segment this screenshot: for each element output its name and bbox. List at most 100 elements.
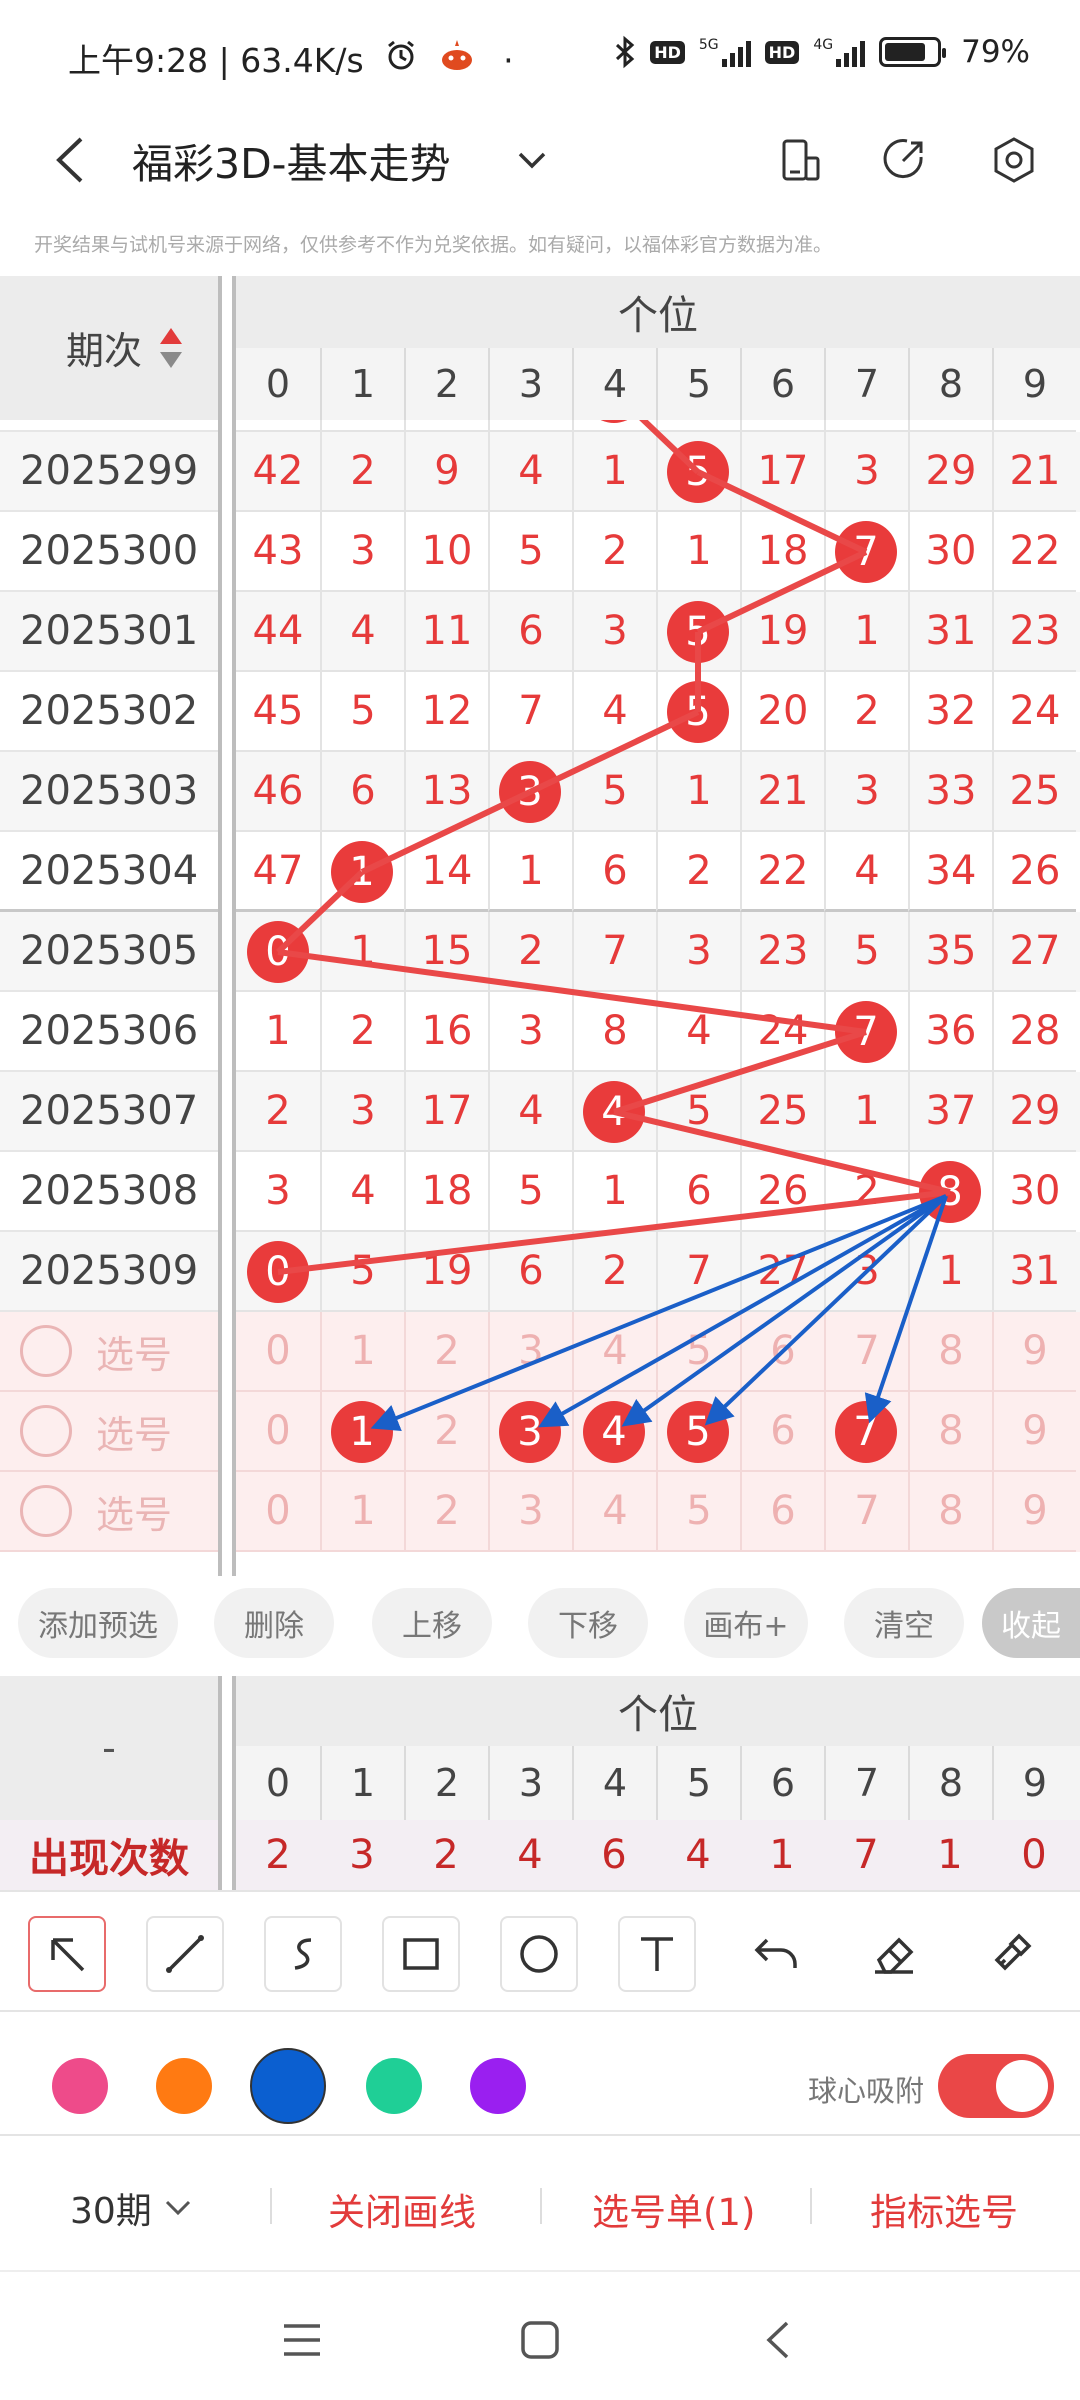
digit-cell: 3 — [572, 592, 656, 672]
add-preselect-button[interactable]: 添加预选 — [18, 1588, 178, 1658]
battery-icon — [879, 37, 947, 67]
pick-row[interactable]: 选号 0123456789 — [0, 1472, 1080, 1552]
digit-cell: 1 — [320, 912, 404, 992]
pick-cell[interactable]: 0 — [236, 1392, 320, 1472]
pick-cell[interactable]: 7 — [824, 1312, 908, 1392]
pick-radio[interactable] — [20, 1325, 72, 1377]
drawing-toolbar — [0, 1890, 1080, 2012]
pick-cell[interactable]: 0 — [236, 1472, 320, 1552]
divider — [270, 2188, 272, 2224]
move-down-button[interactable]: 下移 — [528, 1588, 648, 1658]
pick-radio[interactable] — [20, 1405, 72, 1457]
pick-radio[interactable] — [20, 1485, 72, 1537]
digit-cell: 7 — [656, 1232, 740, 1312]
home-nav-button[interactable] — [510, 2310, 570, 2370]
picked-number-ball[interactable]: 1 — [331, 1401, 393, 1463]
undo-button[interactable] — [738, 1916, 816, 1992]
digit-cell: 2 — [572, 1232, 656, 1312]
picked-number-ball[interactable]: 3 — [499, 1401, 561, 1463]
color-swatch-green[interactable] — [366, 2058, 422, 2114]
bottom-action-bar: 30期 关闭画线 选号单(1) 指标选号 — [0, 2136, 1080, 2272]
clear-button[interactable]: 清空 — [844, 1588, 964, 1658]
period-header[interactable]: 期次 — [0, 276, 218, 420]
pick-cell[interactable]: 5 — [656, 1312, 740, 1392]
period-number: 2025308 — [0, 1152, 218, 1232]
digit-cell: 4 — [488, 432, 572, 512]
pick-cell[interactable]: 6 — [740, 1392, 824, 1472]
pick-cell[interactable]: 1 — [320, 1472, 404, 1552]
color-swatch-orange[interactable] — [156, 2058, 212, 2114]
picked-number-ball[interactable]: 7 — [835, 1401, 897, 1463]
snap-toggle[interactable] — [938, 2054, 1054, 2118]
pick-cell[interactable]: 0 — [236, 1312, 320, 1392]
digit-cells: 455127452023224 — [236, 672, 1080, 752]
back-nav-button[interactable] — [748, 2310, 808, 2370]
pick-cell[interactable]: 8 — [908, 1472, 992, 1552]
winning-number-ball: 7 — [835, 1001, 897, 1063]
color-swatch-pink[interactable] — [52, 2058, 108, 2114]
pick-cell[interactable]: 5 — [656, 1472, 740, 1552]
pick-cell[interactable]: 4 — [572, 1312, 656, 1392]
pick-cell[interactable]: 2 — [404, 1392, 488, 1472]
menu-nav-button[interactable] — [272, 2310, 332, 2370]
eraser-button[interactable] — [856, 1916, 934, 1992]
pick-cell[interactable]: 6 — [740, 1312, 824, 1392]
canvas-add-button[interactable]: 画布+ — [684, 1588, 808, 1658]
color-swatch-purple[interactable] — [470, 2058, 526, 2114]
stats-digit-5: 5 — [656, 1746, 740, 1820]
share-button[interactable] — [874, 130, 934, 190]
digit-cell: 5 — [656, 1072, 740, 1152]
pick-row-label: 选号 — [0, 1392, 218, 1472]
rectangle-tool-button[interactable] — [382, 1916, 460, 1992]
select-tool-button[interactable] — [28, 1916, 106, 1992]
curve-tool-button[interactable] — [264, 1916, 342, 1992]
clear-drawing-button[interactable] — [974, 1916, 1052, 1992]
pick-cell[interactable]: 6 — [740, 1472, 824, 1552]
text-tool-button[interactable] — [618, 1916, 696, 1992]
digit-cell: 1 — [572, 432, 656, 512]
picked-number-ball[interactable]: 4 — [583, 1401, 645, 1463]
pick-cell[interactable]: 2 — [404, 1312, 488, 1392]
pick-cell[interactable]: 9 — [992, 1312, 1076, 1392]
draw-row: 202530501152732353527 — [0, 912, 1080, 992]
digit-cell: 23 — [992, 592, 1076, 672]
pick-cell[interactable]: 7 — [824, 1472, 908, 1552]
close-lines-button[interactable]: 关闭画线 — [328, 2182, 476, 2236]
period-number: 2025305 — [0, 912, 218, 992]
pick-cell[interactable]: 1 — [320, 1312, 404, 1392]
pick-cell[interactable]: 8 — [908, 1392, 992, 1472]
digit-cells: 0519627273131 — [236, 1232, 1080, 1312]
page-title[interactable]: 福彩3D-基本走势 — [132, 130, 450, 190]
digit-cells: 23174452513729 — [236, 1072, 1080, 1152]
eraser-icon — [875, 1937, 914, 1974]
period-select[interactable]: 30期 — [70, 2182, 192, 2234]
color-swatch-blue[interactable] — [250, 2048, 326, 2124]
collapse-button[interactable]: 收起 — [982, 1588, 1080, 1658]
pick-row[interactable]: 选号 0123456789 — [0, 1312, 1080, 1392]
digit-cell: 20 — [740, 672, 824, 752]
pick-cell[interactable]: 4 — [572, 1472, 656, 1552]
line-tool-button[interactable] — [146, 1916, 224, 1992]
occurrence-count: 2 — [433, 1832, 459, 1878]
pick-cell[interactable]: 9 — [992, 1392, 1076, 1472]
pick-list-button[interactable]: 选号单(1) — [592, 2182, 755, 2236]
settings-button[interactable] — [984, 130, 1044, 190]
pick-cell[interactable]: 2 — [404, 1472, 488, 1552]
pick-cell[interactable]: 3 — [488, 1312, 572, 1392]
delete-button[interactable]: 删除 — [214, 1588, 334, 1658]
picked-number-ball[interactable]: 5 — [667, 1401, 729, 1463]
title-dropdown-button[interactable] — [510, 138, 554, 182]
digit-cell: 2 — [320, 432, 404, 512]
app-notification-icon — [439, 38, 475, 72]
battery-level — [885, 43, 925, 61]
back-button[interactable] — [40, 128, 100, 192]
move-up-button[interactable]: 上移 — [372, 1588, 492, 1658]
pick-cell[interactable]: 8 — [908, 1312, 992, 1392]
pick-cell[interactable]: 9 — [992, 1472, 1076, 1552]
pick-actions: 添加预选 删除 上移 下移 画布+ 清空 收起 — [0, 1582, 1080, 1666]
layout-switch-button[interactable] — [770, 130, 830, 190]
indicator-pick-button[interactable]: 指标选号 — [870, 2182, 1018, 2236]
back-arrow-icon — [56, 137, 83, 183]
circle-tool-button[interactable] — [500, 1916, 578, 1992]
pick-cell[interactable]: 3 — [488, 1472, 572, 1552]
